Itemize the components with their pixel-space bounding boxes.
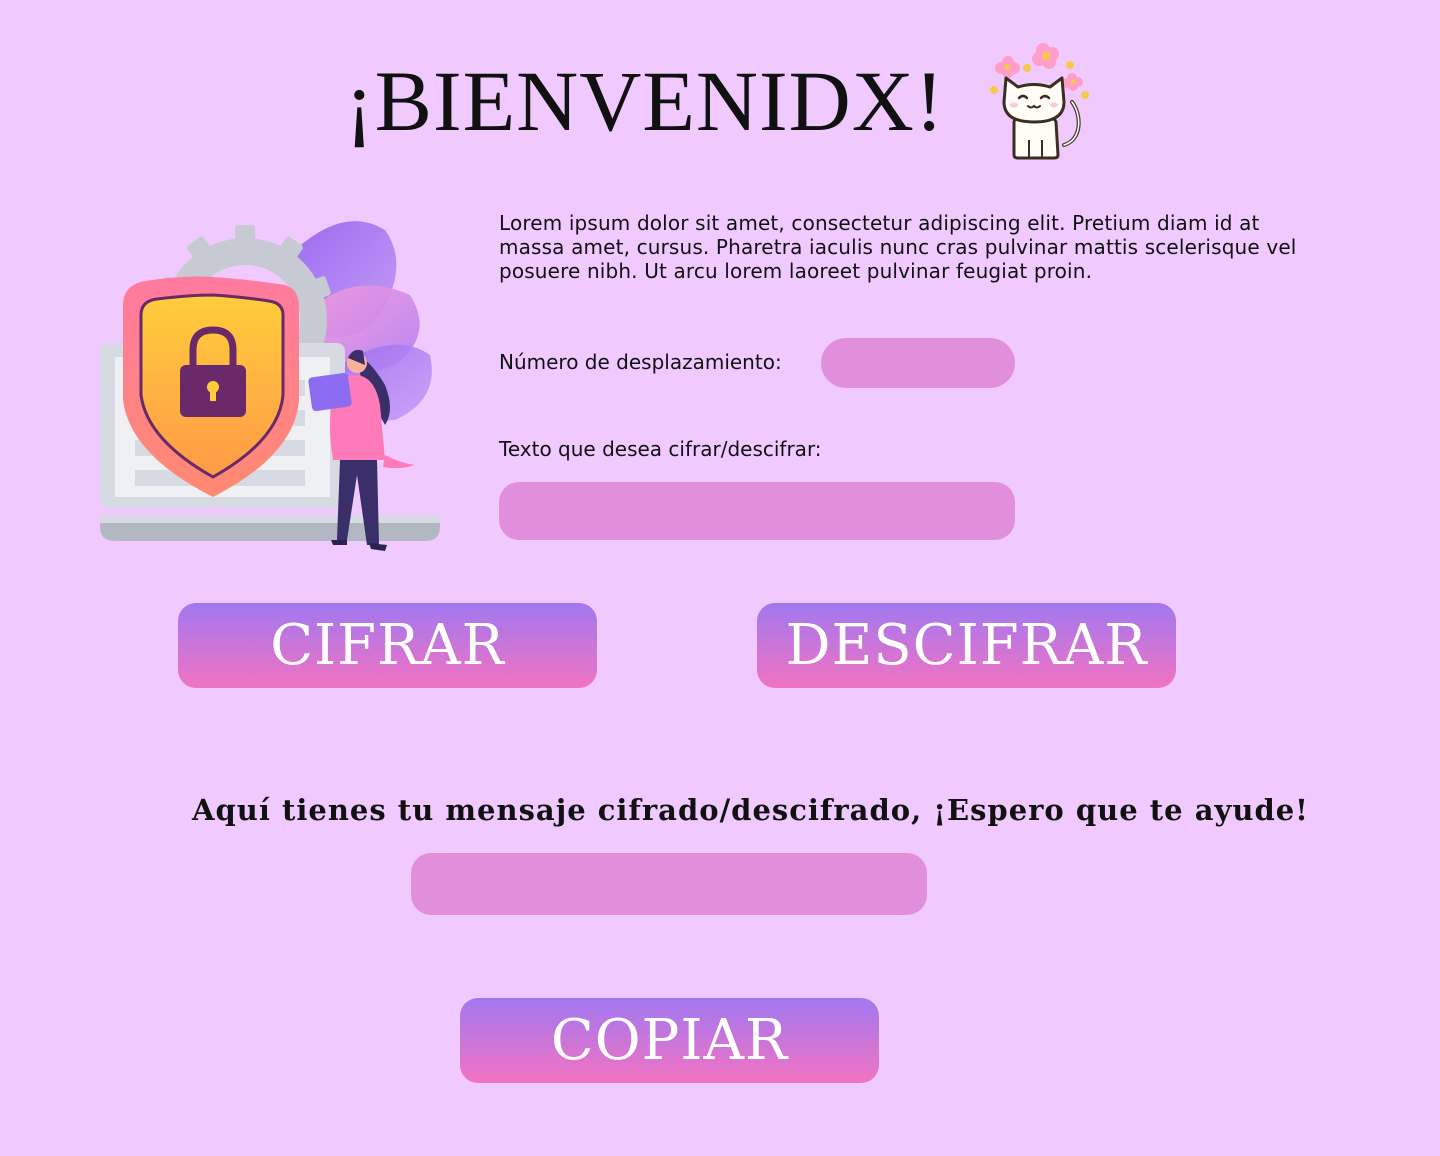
shift-input[interactable] (821, 338, 1015, 388)
page-title: ¡BIENVENIDX! (345, 53, 945, 149)
shift-label: Número de desplazamiento: (499, 350, 782, 374)
text-input[interactable] (499, 482, 1015, 540)
result-output[interactable] (411, 853, 927, 915)
copy-button[interactable]: COPIAR (460, 998, 879, 1083)
flower-icon (1032, 43, 1059, 69)
flower-icon (1062, 73, 1083, 91)
result-label: Aquí tienes tu mensaje cifrado/descifrad… (192, 793, 1309, 827)
flower-icon (995, 56, 1020, 78)
security-shield-illustration (100, 221, 440, 551)
cat-with-flowers-icon (990, 43, 1089, 160)
encrypt-button[interactable]: CIFRAR (178, 603, 597, 688)
decrypt-button[interactable]: DESCIFRAR (757, 603, 1176, 688)
intro-text: Lorem ipsum dolor sit amet, consectetur … (499, 211, 1297, 283)
text-label: Texto que desea cifrar/descifrar: (499, 437, 822, 461)
